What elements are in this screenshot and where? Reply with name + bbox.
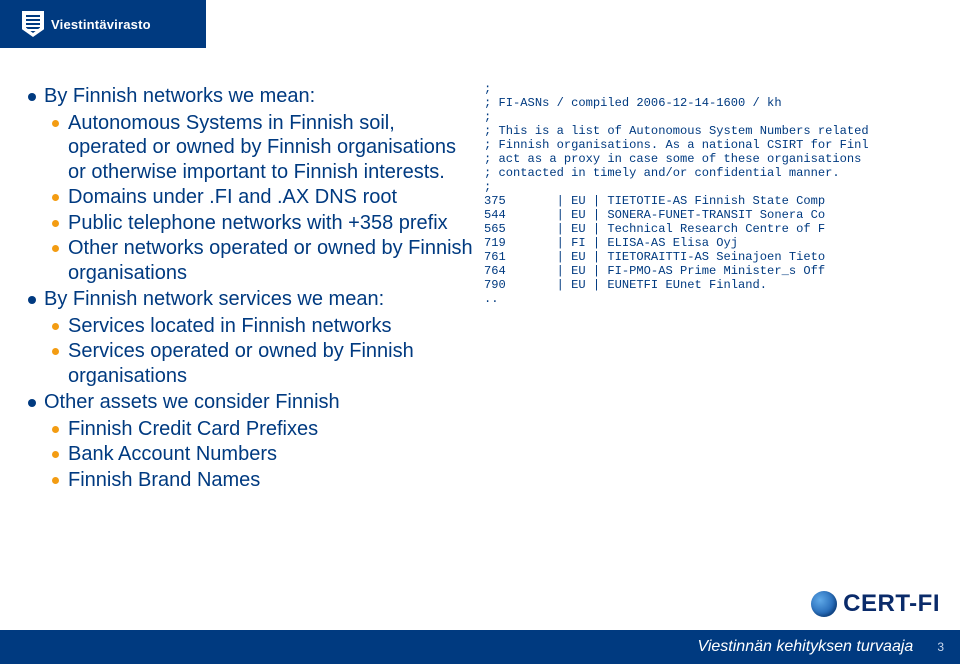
bullet-l1: By Finnish networks we mean: Autonomous … bbox=[44, 84, 474, 285]
slide-header: Viestintävirasto bbox=[0, 0, 960, 48]
globe-icon bbox=[811, 591, 837, 617]
bullet-text: Finnish Brand Names bbox=[68, 469, 260, 491]
bullet-text: Public telephone networks with +358 pref… bbox=[68, 212, 448, 234]
bullet-text: Other networks operated or owned by Finn… bbox=[68, 237, 473, 284]
right-column-code: ; ; FI-ASNs / compiled 2006-12-14-1600 /… bbox=[484, 82, 934, 493]
bullet-text: Services located in Finnish networks bbox=[68, 315, 391, 337]
bullet-text: Domains under .FI and .AX DNS root bbox=[68, 186, 397, 208]
bullet-l2b: Services operated or owned by Finnish or… bbox=[68, 339, 474, 388]
bullet-l1a: Autonomous Systems in Finnish soil, oper… bbox=[68, 111, 474, 185]
page-number: 3 bbox=[937, 640, 944, 654]
bullet-text: By Finnish network services we mean: bbox=[44, 288, 384, 310]
slide-footer: Viestinnän kehityksen turvaaja 3 bbox=[0, 630, 960, 664]
bullet-l1c: Public telephone networks with +358 pref… bbox=[68, 211, 474, 236]
bullet-text: Bank Account Numbers bbox=[68, 443, 277, 465]
brand-name: Viestintävirasto bbox=[51, 17, 151, 32]
bullet-text: Autonomous Systems in Finnish soil, oper… bbox=[68, 112, 456, 183]
brand-band: Viestintävirasto bbox=[0, 0, 206, 48]
bullet-text: By Finnish networks we mean: bbox=[44, 85, 315, 107]
bullet-text: Finnish Credit Card Prefixes bbox=[68, 418, 318, 440]
bullet-l3: Other assets we consider Finnish Finnish… bbox=[44, 390, 474, 492]
bullet-text: Other assets we consider Finnish bbox=[44, 391, 340, 413]
footer-tagline: Viestinnän kehityksen turvaaja bbox=[697, 638, 913, 656]
bullet-l2: By Finnish network services we mean: Ser… bbox=[44, 287, 474, 388]
bullet-l1d: Other networks operated or owned by Finn… bbox=[68, 236, 474, 285]
bullet-l3a: Finnish Credit Card Prefixes bbox=[68, 417, 474, 442]
bullet-l3c: Finnish Brand Names bbox=[68, 468, 474, 493]
content-area: By Finnish networks we mean: Autonomous … bbox=[26, 82, 934, 493]
certfi-label: CERT-FI bbox=[843, 590, 940, 618]
bullet-l2a: Services located in Finnish networks bbox=[68, 314, 474, 339]
certfi-logo: CERT-FI bbox=[811, 590, 940, 618]
bullet-text: Services operated or owned by Finnish or… bbox=[68, 340, 414, 387]
left-column: By Finnish networks we mean: Autonomous … bbox=[26, 82, 474, 493]
slide: Viestintävirasto By Finnish networks we … bbox=[0, 0, 960, 664]
bullet-l1b: Domains under .FI and .AX DNS root bbox=[68, 185, 474, 210]
shield-icon bbox=[22, 11, 44, 37]
bullet-l3b: Bank Account Numbers bbox=[68, 442, 474, 467]
